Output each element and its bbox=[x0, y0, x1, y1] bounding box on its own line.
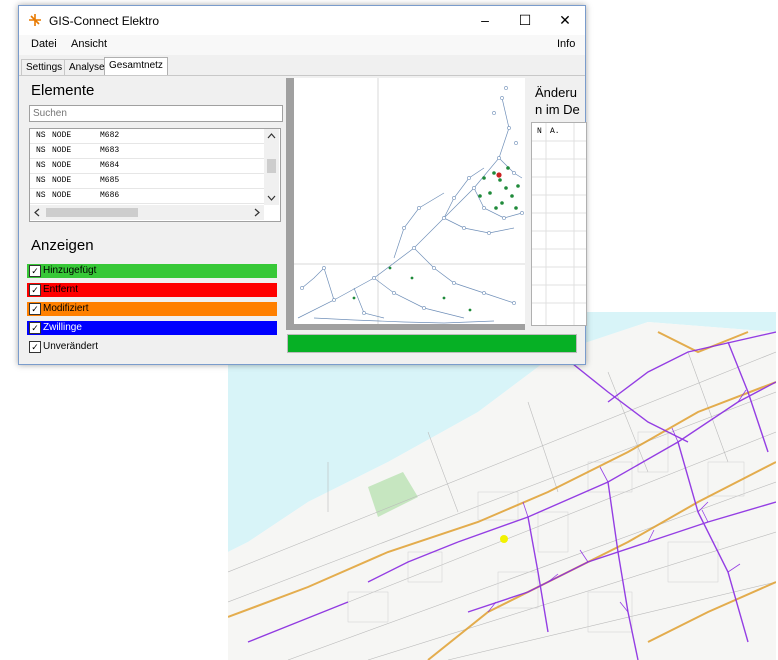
list-item[interactable]: NS NODE M684 bbox=[30, 159, 264, 174]
checkmark-icon[interactable]: ✓ bbox=[29, 303, 41, 315]
elemente-heading: Elemente bbox=[31, 82, 95, 99]
legend-unveraendert[interactable]: ✓ Unverändert bbox=[27, 340, 277, 354]
menu-info[interactable]: Info bbox=[557, 38, 575, 50]
app-window: GIS-Connect Elektro – ☐ ✕ Datei Ansicht … bbox=[18, 5, 587, 365]
tab-strip: Settings Analyse Gesamtnetz bbox=[19, 57, 585, 76]
checkmark-icon[interactable]: ✓ bbox=[29, 265, 41, 277]
lightning-icon bbox=[29, 14, 41, 26]
scroll-thumb[interactable] bbox=[46, 208, 138, 217]
chevron-left-icon[interactable] bbox=[34, 208, 40, 217]
tab-analyse[interactable]: Analyse bbox=[64, 59, 110, 75]
checkmark-icon[interactable]: ✓ bbox=[29, 322, 41, 334]
list-item[interactable]: NS NODE M682 bbox=[30, 129, 264, 144]
chevron-down-icon[interactable] bbox=[267, 195, 276, 201]
checkmark-icon[interactable]: ✓ bbox=[29, 341, 41, 353]
left-panel: Elemente NS NODE M682 NS NODE M683 NS NO… bbox=[25, 80, 283, 358]
list-item[interactable]: NS NODE M686 bbox=[30, 189, 264, 204]
legend-entfernt[interactable]: ✓ Entfernt bbox=[27, 283, 277, 297]
network-graph-view[interactable] bbox=[294, 78, 525, 324]
chevron-right-icon[interactable] bbox=[254, 208, 260, 217]
legend-modifiziert[interactable]: ✓ Modifiziert bbox=[27, 302, 277, 316]
search-input[interactable] bbox=[29, 105, 283, 122]
tab-settings[interactable]: Settings bbox=[21, 59, 68, 75]
chevron-up-icon[interactable] bbox=[267, 133, 276, 139]
menu-datei[interactable]: Datei bbox=[31, 38, 57, 50]
menu-bar: Datei Ansicht Info bbox=[19, 35, 585, 55]
tab-divider bbox=[19, 75, 585, 76]
scroll-thumb[interactable] bbox=[267, 159, 276, 173]
anzeigen-heading: Anzeigen bbox=[31, 237, 94, 254]
element-list[interactable]: NS NODE M682 NS NODE M683 NS NODE M684 N… bbox=[29, 128, 281, 222]
progress-bar bbox=[287, 334, 577, 353]
window-title: GIS-Connect Elektro bbox=[49, 14, 160, 28]
menu-ansicht[interactable]: Ansicht bbox=[71, 38, 107, 50]
vertical-scrollbar[interactable] bbox=[264, 129, 279, 205]
graph-splitter[interactable] bbox=[286, 78, 294, 328]
changes-table[interactable]: N A. bbox=[531, 122, 587, 326]
changes-panel: Änderu n im De N A. bbox=[529, 80, 587, 326]
legend-zwillinge[interactable]: ✓ Zwillinge bbox=[27, 321, 277, 335]
list-item[interactable]: NS NODE M683 bbox=[30, 144, 264, 159]
horizontal-scrollbar[interactable] bbox=[30, 205, 264, 220]
minimize-button[interactable]: – bbox=[465, 6, 505, 35]
changes-heading: Änderu n im De bbox=[535, 85, 580, 117]
maximize-button[interactable]: ☐ bbox=[505, 6, 545, 35]
list-item[interactable]: NS NODE M685 bbox=[30, 174, 264, 189]
checkmark-icon[interactable]: ✓ bbox=[29, 284, 41, 296]
title-bar[interactable]: GIS-Connect Elektro – ☐ ✕ bbox=[19, 6, 585, 35]
tab-gesamtnetz[interactable]: Gesamtnetz bbox=[104, 57, 168, 76]
legend-hinzugefuegt[interactable]: ✓ Hinzugefügt bbox=[27, 264, 277, 278]
close-button[interactable]: ✕ bbox=[545, 6, 585, 35]
graph-horizontal-scrollbar[interactable] bbox=[286, 324, 525, 330]
